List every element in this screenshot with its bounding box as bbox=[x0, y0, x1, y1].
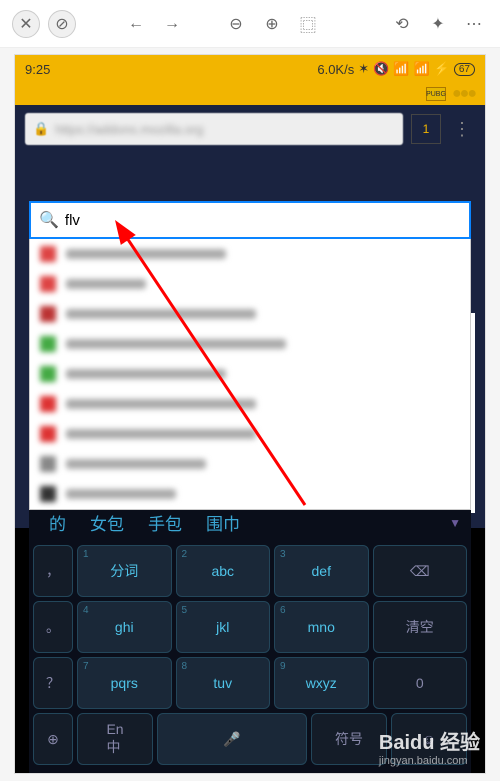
collapse-icon[interactable]: ▼ bbox=[449, 516, 461, 530]
mute-icon: 🔇 bbox=[373, 61, 389, 77]
menu-icon[interactable]: ⋮ bbox=[449, 119, 475, 140]
key-def[interactable]: 3def bbox=[274, 545, 369, 597]
key-wxyz[interactable]: 9wxyz bbox=[274, 657, 369, 709]
back-icon[interactable]: ← bbox=[122, 10, 150, 38]
secondary-bar: PUBG ●●● bbox=[15, 83, 485, 105]
key-。[interactable]: 。 bbox=[33, 601, 73, 653]
zoom-out-icon[interactable]: ⊖ bbox=[222, 10, 250, 38]
battery-icon: ⚡ bbox=[434, 61, 450, 77]
key-En 中[interactable]: En中 bbox=[77, 713, 153, 765]
search-icon: 🔍 bbox=[39, 210, 59, 230]
kb-suggestion[interactable]: 女包 bbox=[80, 506, 134, 539]
suggestions-dropdown bbox=[29, 239, 471, 510]
key-🎤[interactable]: 🎤 bbox=[157, 713, 307, 765]
key-0[interactable]: 0 bbox=[373, 657, 468, 709]
key-分词[interactable]: 1分词 bbox=[77, 545, 172, 597]
suggestion-item[interactable] bbox=[30, 419, 470, 449]
key-pqrs[interactable]: 7pqrs bbox=[77, 657, 172, 709]
stop-icon[interactable]: ⊘ bbox=[48, 10, 76, 38]
suggestion-item[interactable] bbox=[30, 299, 470, 329]
wifi-icon: 📶 bbox=[393, 61, 409, 77]
signal-icon: 📶 bbox=[414, 61, 430, 77]
suggestion-item[interactable] bbox=[30, 359, 470, 389]
watermark-sub: jingyan.baidu.com bbox=[379, 755, 480, 767]
key-符号[interactable]: 符号 bbox=[311, 713, 387, 765]
status-bar: 9:25 6.0K/s ✶ 🔇 📶 📶 ⚡ 67 bbox=[15, 55, 485, 83]
bt-icon: ✶ bbox=[358, 61, 369, 77]
search-input[interactable] bbox=[65, 212, 461, 229]
kb-suggestion[interactable]: 手包 bbox=[138, 506, 192, 539]
zoom-in-icon[interactable]: ⊕ bbox=[258, 10, 286, 38]
rotate-icon[interactable]: ⟲ bbox=[388, 10, 416, 38]
suggestion-item[interactable] bbox=[30, 329, 470, 359]
more-icon[interactable]: ⋯ bbox=[460, 10, 488, 38]
watermark-brand: Baidu 经验 bbox=[379, 732, 480, 754]
suggestion-item[interactable] bbox=[30, 479, 470, 509]
key-，[interactable]: ， bbox=[33, 545, 73, 597]
key-清空[interactable]: 清空 bbox=[373, 601, 468, 653]
key-mno[interactable]: 6mno bbox=[274, 601, 369, 653]
url-bar[interactable]: 🔒 https://addons.mozilla.org bbox=[25, 113, 403, 145]
app-toolbar: ✕ ⊘ ← → ⊖ ⊕ ⿴ ⟲ ✦ ⋯ bbox=[0, 0, 500, 48]
key-abc[interactable]: 2abc bbox=[176, 545, 271, 597]
url-text: https://addons.mozilla.org bbox=[55, 122, 203, 137]
suggestion-item[interactable] bbox=[30, 449, 470, 479]
browser-chrome: 🔒 https://addons.mozilla.org 1 ⋮ bbox=[15, 105, 485, 153]
key-tuv[interactable]: 8tuv bbox=[176, 657, 271, 709]
suggestion-item[interactable] bbox=[30, 269, 470, 299]
magic-icon[interactable]: ✦ bbox=[424, 10, 452, 38]
phone-frame: 9:25 6.0K/s ✶ 🔇 📶 📶 ⚡ 67 PUBG ●●● 🔒 http… bbox=[14, 54, 486, 774]
clock: 9:25 bbox=[25, 62, 50, 77]
pubg-icon: PUBG bbox=[426, 87, 446, 101]
key-ghi[interactable]: 4ghi bbox=[77, 601, 172, 653]
kb-suggestion[interactable]: 围巾 bbox=[196, 506, 250, 539]
key-⌫[interactable]: ⌫ bbox=[373, 545, 468, 597]
watermark: Baidu 经验 jingyan.baidu.com bbox=[379, 726, 480, 767]
search-box: 🔍 bbox=[29, 201, 471, 239]
net-speed: 6.0K/s bbox=[317, 62, 354, 77]
key-？[interactable]: ？ bbox=[33, 657, 73, 709]
key-jkl[interactable]: 5jkl bbox=[176, 601, 271, 653]
lock-icon: 🔒 bbox=[33, 121, 49, 137]
tab-count[interactable]: 1 bbox=[411, 114, 441, 144]
close-icon[interactable]: ✕ bbox=[12, 10, 40, 38]
suggestion-item[interactable] bbox=[30, 389, 470, 419]
forward-icon[interactable]: → bbox=[158, 10, 186, 38]
fit-width-icon[interactable]: ⿴ bbox=[294, 10, 322, 38]
suggestion-row: 的女包手包围巾 ▼ bbox=[33, 504, 467, 545]
key-⊕[interactable]: ⊕ bbox=[33, 713, 73, 765]
dots-icon: ●●● bbox=[452, 85, 475, 103]
page-hero: 注册或登录 🔍 bbox=[15, 153, 485, 528]
kb-suggestion[interactable]: 的 bbox=[39, 506, 76, 539]
suggestion-item[interactable] bbox=[30, 239, 470, 269]
battery-pct: 67 bbox=[454, 63, 475, 76]
